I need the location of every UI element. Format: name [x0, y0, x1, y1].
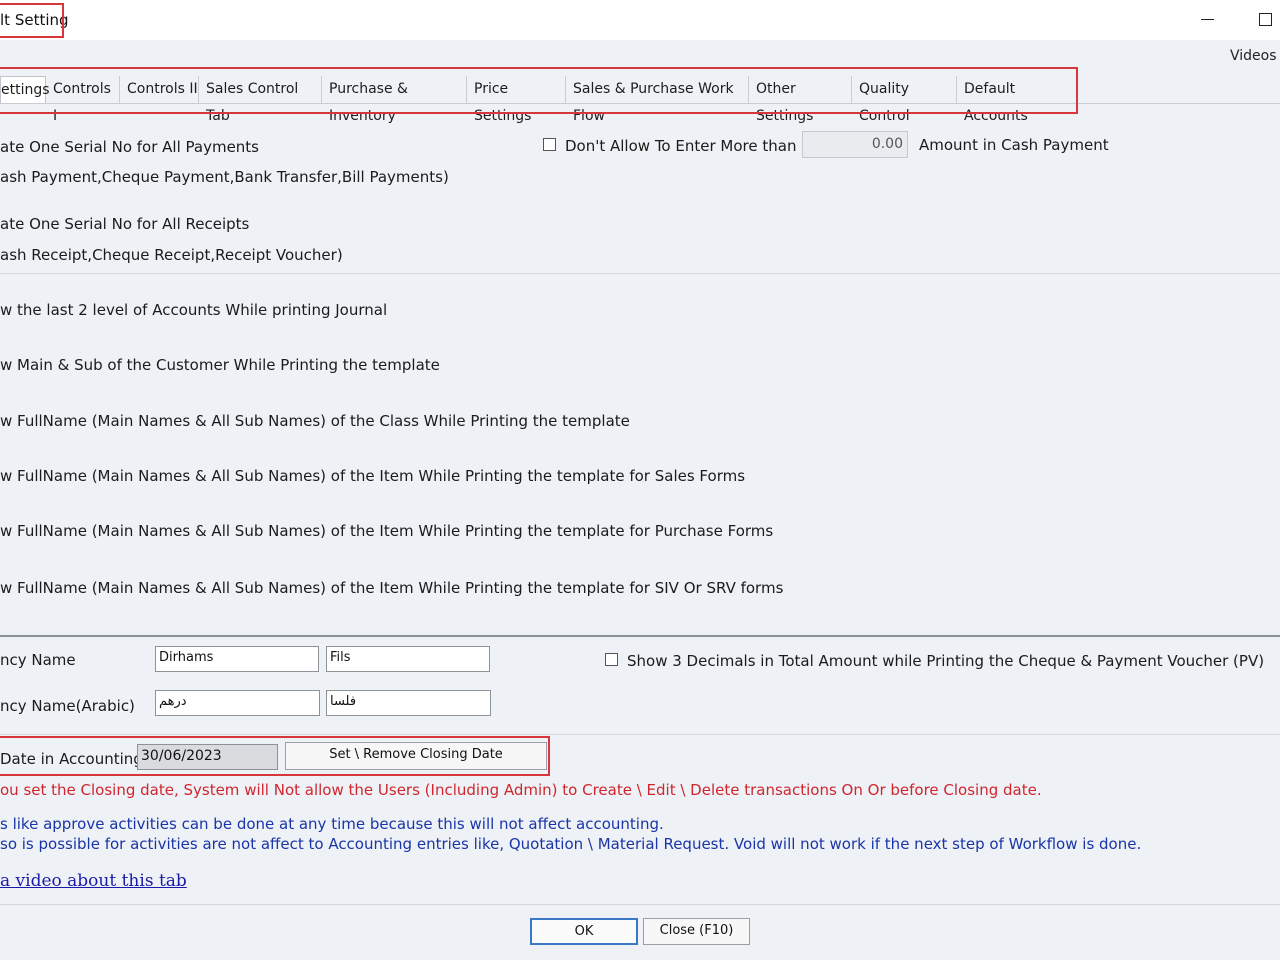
close-button[interactable]: Close (F10) [643, 918, 750, 945]
print-option-item-purchase[interactable]: w FullName (Main Names & All Sub Names) … [0, 522, 773, 540]
serial-payments-label[interactable]: ate One Serial No for All Payments [0, 138, 259, 156]
closing-note-2: so is possible for activities are not af… [0, 835, 1142, 853]
videos-link[interactable]: Videos [1230, 48, 1277, 64]
currency-arabic-sub-input[interactable]: فلسا [326, 690, 491, 716]
title-highlight-box [0, 3, 64, 38]
currency-main-input[interactable]: Dirhams [155, 646, 319, 672]
currency-name-label: ncy Name [0, 651, 76, 669]
print-option-item-siv-srv[interactable]: w FullName (Main Names & All Sub Names) … [0, 579, 783, 597]
video-tab-link[interactable]: a video about this tab [0, 871, 187, 891]
section-divider [0, 635, 1280, 637]
closing-warning-text: ou set the Closing date, System will Not… [0, 781, 1042, 799]
cash-limit-suffix: Amount in Cash Payment [919, 136, 1109, 154]
cash-limit-label[interactable]: Don't Allow To Enter More than [565, 137, 796, 155]
print-option-item-sales[interactable]: w FullName (Main Names & All Sub Names) … [0, 467, 745, 485]
print-option-customer[interactable]: w Main & Sub of the Customer While Print… [0, 356, 440, 374]
show-decimals-checkbox[interactable] [605, 653, 618, 666]
tabs-highlight-box [0, 67, 1078, 114]
ok-button[interactable]: OK [530, 918, 638, 945]
print-option-journal[interactable]: w the last 2 level of Accounts While pri… [0, 301, 387, 319]
closing-highlight-box [0, 736, 550, 776]
serial-receipts-detail: ash Receipt,Cheque Receipt,Receipt Vouch… [0, 246, 343, 264]
print-option-class[interactable]: w FullName (Main Names & All Sub Names) … [0, 412, 630, 430]
serial-payments-detail: ash Payment,Cheque Payment,Bank Transfer… [0, 168, 449, 186]
maximize-icon[interactable] [1259, 13, 1272, 26]
minimize-icon[interactable] [1201, 19, 1214, 20]
serial-receipts-label[interactable]: ate One Serial No for All Receipts [0, 215, 249, 233]
footer-divider [0, 904, 1280, 905]
currency-sub-input[interactable]: Fils [326, 646, 490, 672]
currency-arabic-label: ncy Name(Arabic) [0, 697, 135, 715]
section-divider [0, 273, 1280, 274]
currency-arabic-main-input[interactable]: درهم [155, 690, 320, 716]
cash-limit-amount-input[interactable]: 0.00 [802, 131, 908, 158]
cash-limit-checkbox[interactable] [543, 138, 556, 151]
closing-note-1: s like approve activities can be done at… [0, 815, 664, 833]
title-bar: lt Setting [0, 0, 1280, 40]
section-divider [0, 734, 1280, 735]
show-decimals-label[interactable]: Show 3 Decimals in Total Amount while Pr… [627, 652, 1264, 670]
